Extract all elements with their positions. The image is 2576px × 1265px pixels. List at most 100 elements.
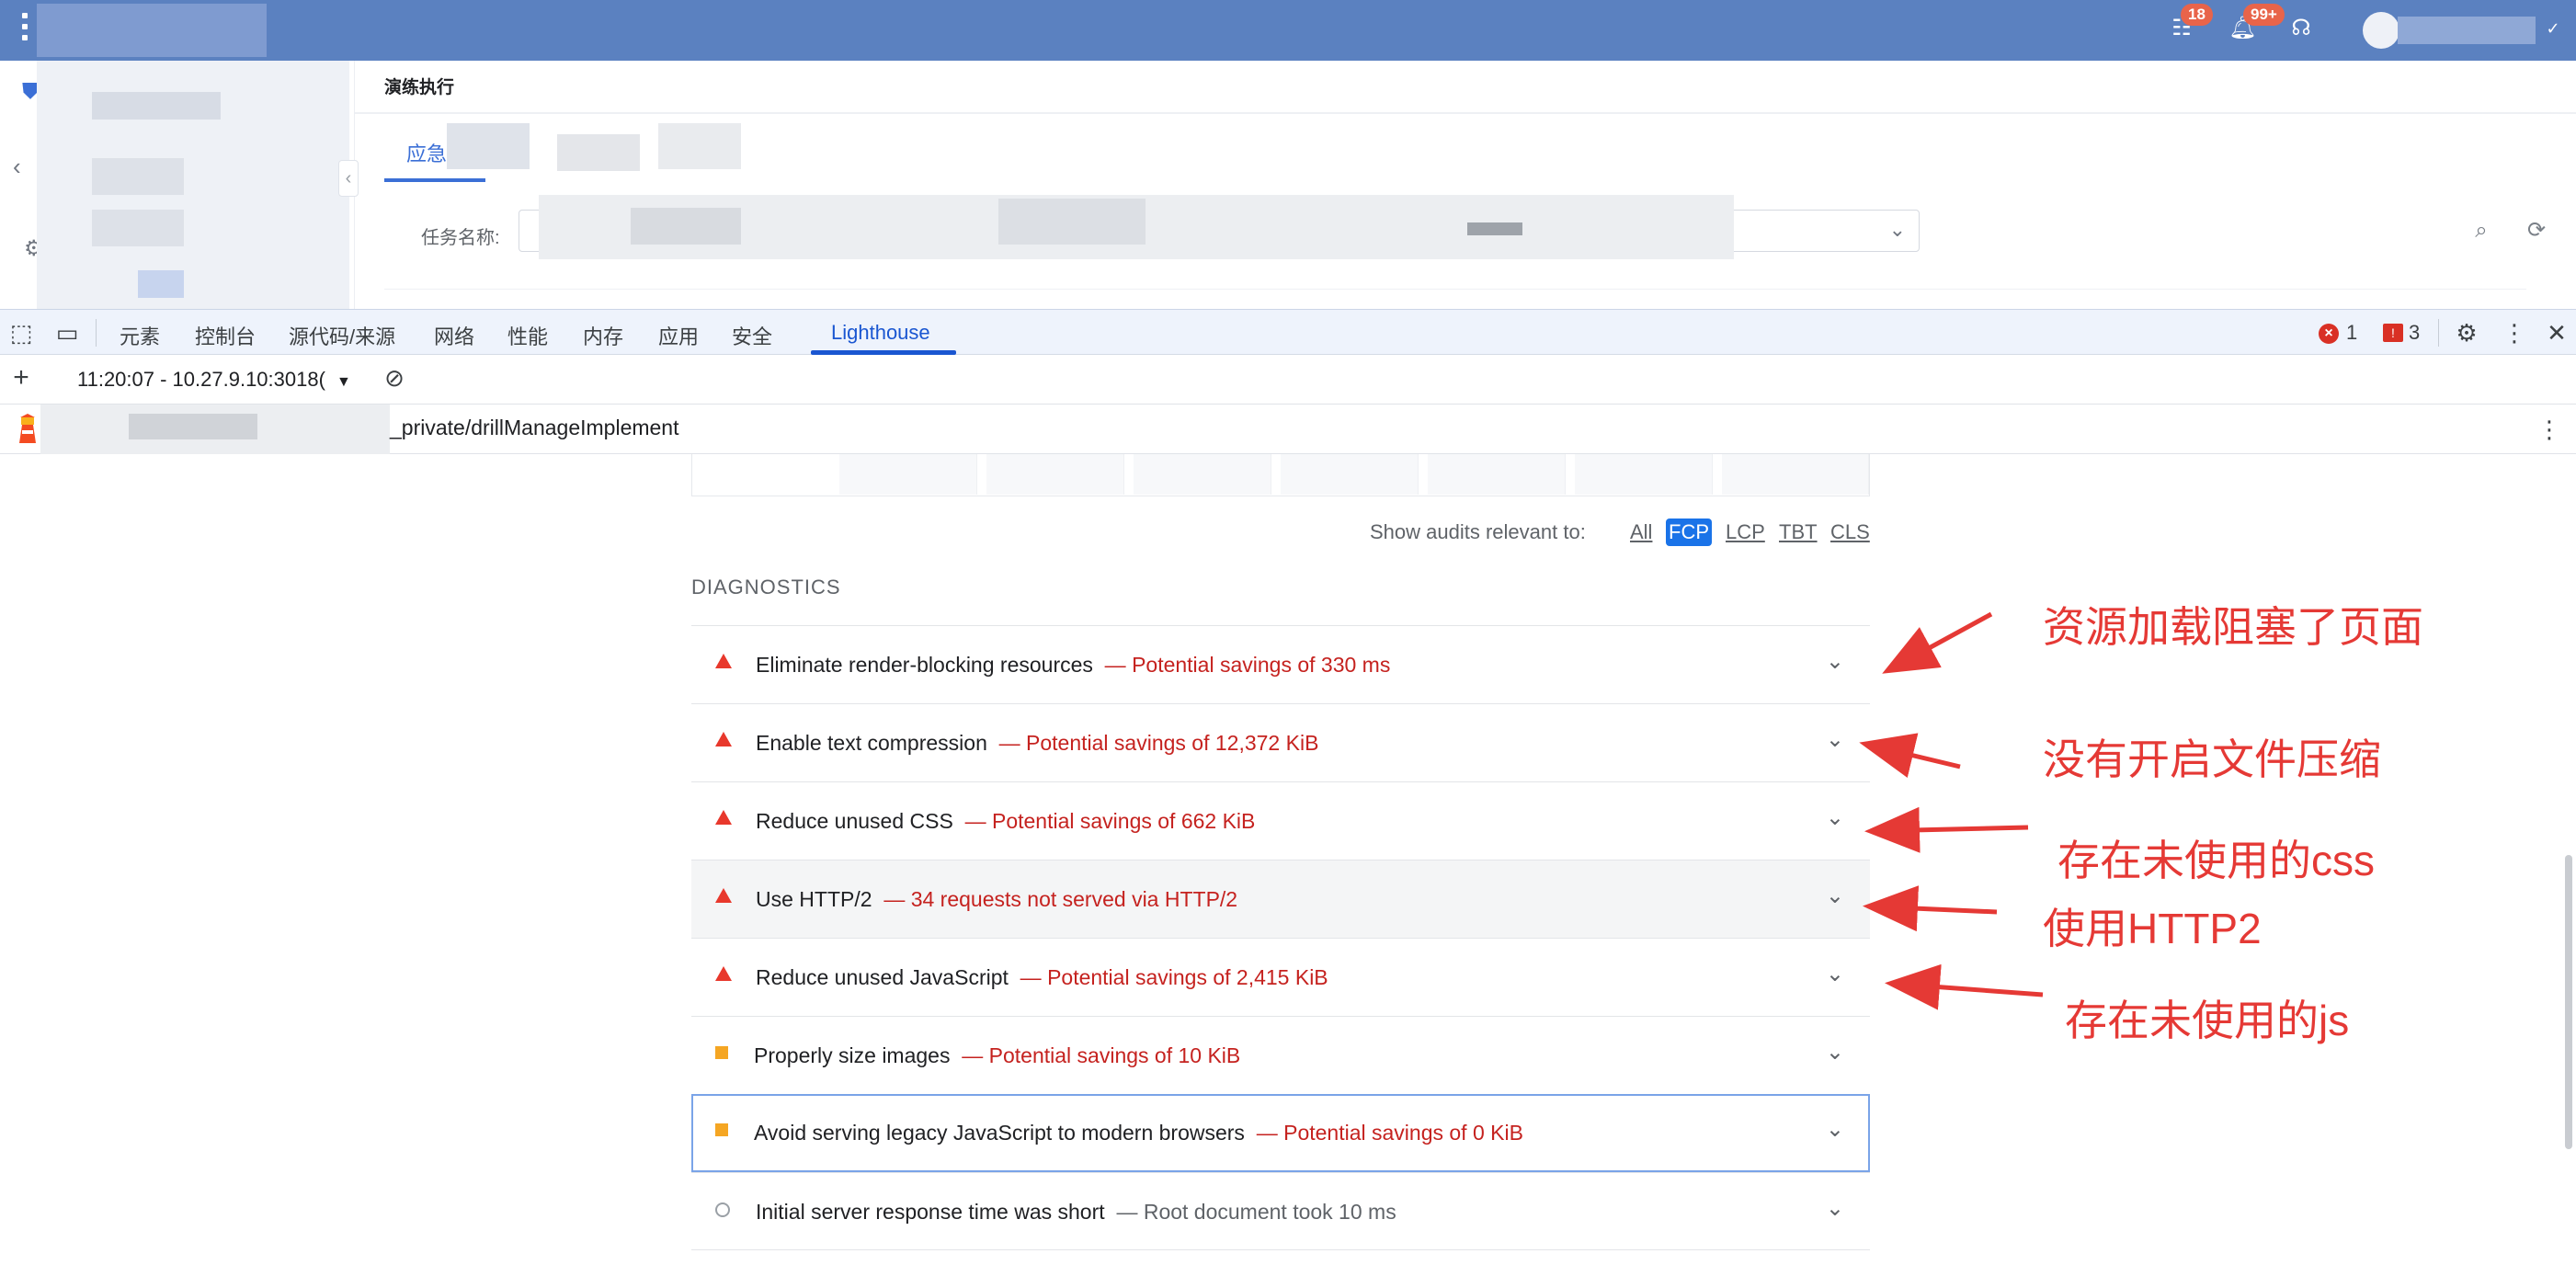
more-options-icon[interactable]: ⋮ xyxy=(2501,319,2528,347)
error-count[interactable]: 1 xyxy=(2346,321,2357,345)
close-icon[interactable]: ✕ xyxy=(2543,319,2570,347)
audit-title: Reduce unused CSS xyxy=(756,809,953,833)
settings-gear-icon[interactable]: ⚙ xyxy=(2453,319,2480,347)
tab-lighthouse[interactable]: Lighthouse xyxy=(831,321,930,345)
chevron-down-icon: ⌄ xyxy=(1888,218,1906,241)
diagnostics-heading: DIAGNOSTICS xyxy=(691,576,841,598)
avatar[interactable] xyxy=(2363,12,2399,49)
add-report-icon[interactable]: + xyxy=(7,364,35,392)
report-select-value: 11:20:07 - 10.27.9.10:3018( xyxy=(77,368,325,391)
metric-filter-tbt[interactable]: TBT xyxy=(1776,519,1820,546)
redacted-tabs xyxy=(557,134,640,171)
audit-separator: — xyxy=(962,1043,984,1067)
audit-row[interactable]: Eliminate render-blocking resources — Po… xyxy=(691,625,1870,703)
fail-icon xyxy=(715,810,732,825)
report-url-bar: _private/drillManageImplement ⋮ xyxy=(0,405,2576,454)
report-select[interactable]: 11:20:07 - 10.27.9.10:3018( ▼ xyxy=(77,368,351,392)
audit-separator: — xyxy=(998,731,1020,755)
divider xyxy=(355,112,2576,114)
chevron-down-icon[interactable]: ⌄ xyxy=(1826,1039,1844,1066)
audit-row[interactable]: Reduce unused CSS — Potential savings of… xyxy=(691,781,1870,860)
audit-title: Enable text compression xyxy=(756,731,987,755)
audit-row[interactable]: Use HTTP/2 — 34 requests not served via … xyxy=(691,860,1870,938)
tab-sources[interactable]: 源代码/来源 xyxy=(289,321,395,350)
audit-row[interactable]: Enable text compression — Potential savi… xyxy=(691,703,1870,781)
audit-separator: — xyxy=(1020,965,1042,989)
audit-title: Avoid serving legacy JavaScript to moder… xyxy=(754,1121,1245,1145)
clear-icon[interactable]: ⊘ xyxy=(381,364,408,392)
audit-filter-label: Show audits relevant to: xyxy=(1370,520,1586,543)
redacted-logo xyxy=(37,4,267,57)
tasks-badge: 18 xyxy=(2181,4,2213,26)
audit-row[interactable]: Avoid serving legacy JavaScript to moder… xyxy=(691,1094,1870,1172)
redacted-task-name xyxy=(631,208,741,245)
metric-filter-lcp[interactable]: LCP xyxy=(1723,519,1768,546)
redacted-menu-item xyxy=(138,270,184,298)
audit-separator: — xyxy=(1116,1200,1138,1224)
filmstrip-frame xyxy=(1722,454,1869,495)
scrollbar[interactable] xyxy=(2565,855,2572,1149)
chevron-down-icon[interactable]: ⌄ xyxy=(1826,1116,1844,1143)
reset-icon[interactable]: ⟳ xyxy=(2521,215,2552,246)
sidebar: ⛊ ‹ ⚙ xyxy=(0,61,355,309)
pass-icon xyxy=(715,1202,730,1217)
tab-application[interactable]: 应用 xyxy=(658,321,699,350)
filmstrip-frame xyxy=(1428,454,1566,495)
audit-row[interactable]: Reduce unused JavaScript — Potential sav… xyxy=(691,938,1870,1016)
collapse-sidebar-button[interactable]: ‹ xyxy=(338,160,359,197)
audit-title: Eliminate render-blocking resources xyxy=(756,653,1093,677)
tab-console[interactable]: 控制台 xyxy=(195,321,256,350)
metric-filter-cls[interactable]: CLS xyxy=(1828,519,1873,546)
report-url[interactable]: _private/drillManageImplement xyxy=(390,416,679,440)
chevron-down-icon[interactable]: ✓ xyxy=(2539,15,2567,42)
audit-detail: Potential savings of 330 ms xyxy=(1132,653,1391,677)
audit-title: Initial server response time was short xyxy=(756,1200,1105,1224)
more-options-icon[interactable]: ⋮ xyxy=(2536,416,2563,443)
issue-count[interactable]: 3 xyxy=(2409,321,2420,345)
fail-icon xyxy=(715,732,732,746)
device-toolbar-icon[interactable]: ▭ xyxy=(53,319,81,347)
audit-title: Properly size images xyxy=(754,1043,951,1067)
inspect-element-icon[interactable]: ⬚ xyxy=(7,319,35,347)
audit-title: Use HTTP/2 xyxy=(756,887,872,911)
fail-icon xyxy=(715,966,732,981)
tab-emergency[interactable]: 应急 xyxy=(406,138,447,167)
tab-memory[interactable]: 内存 xyxy=(583,321,623,350)
lighthouse-logo-icon xyxy=(19,414,36,443)
chevron-down-icon[interactable]: ⌄ xyxy=(1826,648,1844,675)
search-icon[interactable]: ⌕ xyxy=(2466,215,2497,246)
headset-icon[interactable]: ☊ xyxy=(2287,15,2315,42)
error-icon[interactable]: × xyxy=(2319,324,2339,344)
redacted-username xyxy=(2398,17,2536,44)
annotation-note: 没有开启文件压缩 xyxy=(2043,735,2381,783)
notifications-badge: 99+ xyxy=(2243,4,2285,26)
tab-elements[interactable]: 元素 xyxy=(120,321,160,350)
filmstrip-frame xyxy=(1575,454,1713,495)
task-name-label: 任务名称: xyxy=(421,228,500,248)
tab-security[interactable]: 安全 xyxy=(732,321,772,350)
chevron-down-icon[interactable]: ⌄ xyxy=(1826,883,1844,909)
audit-row[interactable]: Properly size images — Potential savings… xyxy=(691,1016,1870,1094)
audit-separator: — xyxy=(964,809,986,833)
tab-performance[interactable]: 性能 xyxy=(507,321,548,350)
metric-filter-fcp[interactable]: FCP xyxy=(1666,519,1712,546)
fail-icon xyxy=(715,654,732,668)
page-title: 演练执行 xyxy=(384,78,455,97)
redacted-menu-item xyxy=(92,158,184,195)
collapse-left-icon[interactable]: ‹ xyxy=(13,153,21,181)
audit-detail: 34 requests not served via HTTP/2 xyxy=(910,887,1238,911)
audit-separator: — xyxy=(1256,1121,1278,1145)
redacted-url-prefix xyxy=(129,414,257,439)
chevron-down-icon[interactable]: ⌄ xyxy=(1826,804,1844,831)
issues-icon[interactable]: ! xyxy=(2383,324,2403,342)
audit-row[interactable]: Initial server response time was short —… xyxy=(691,1172,1870,1250)
tab-network[interactable]: 网络 xyxy=(434,321,474,350)
chevron-down-icon[interactable]: ⌄ xyxy=(1826,1195,1844,1222)
audit-separator: — xyxy=(1104,653,1126,677)
metric-filter-all[interactable]: All xyxy=(1627,519,1655,546)
divider xyxy=(384,289,2526,290)
chevron-down-icon[interactable]: ⌄ xyxy=(1826,726,1844,753)
audit-detail: Potential savings of 662 KiB xyxy=(991,809,1256,833)
chevron-down-icon[interactable]: ⌄ xyxy=(1826,961,1844,987)
audit-detail: Potential savings of 2,415 KiB xyxy=(1047,965,1328,989)
